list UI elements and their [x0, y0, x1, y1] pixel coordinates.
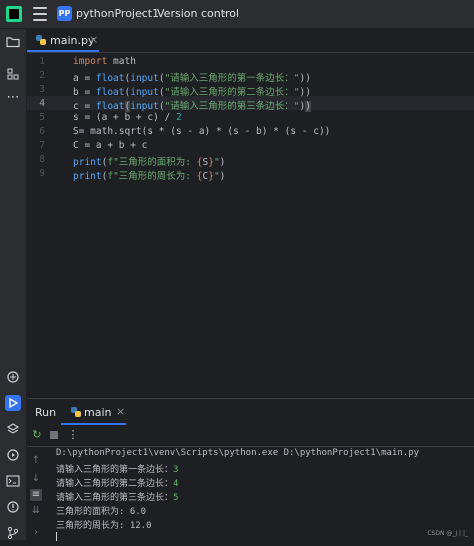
line-number: 3: [39, 84, 45, 95]
run-toolbar: ↻ ⋮: [27, 426, 474, 447]
services-icon[interactable]: [5, 447, 21, 463]
code-line: s = (a + b + c) / 2: [73, 112, 182, 123]
pycharm-logo-icon: [6, 6, 22, 22]
git-branch-icon[interactable]: [5, 525, 21, 541]
tab-run-main[interactable]: main ×: [61, 399, 126, 425]
code-editor[interactable]: 1 2 3 4 5 6 7 8 9 import math a = float(…: [27, 53, 474, 397]
rerun-icon[interactable]: ↻: [31, 429, 43, 441]
line-number: 1: [39, 56, 45, 67]
line-number: 4: [39, 98, 45, 109]
code-line: C = a + b + c: [73, 140, 148, 151]
python-file-icon: [36, 35, 46, 45]
line-number: 9: [39, 168, 45, 179]
run-tab-label: main: [84, 406, 112, 419]
soft-wrap-icon[interactable]: ≡: [30, 489, 42, 501]
project-badge[interactable]: PP: [57, 6, 72, 21]
console-line: 请输入三角形的第二条边长：4: [56, 479, 179, 489]
main-menu-icon[interactable]: [33, 7, 47, 21]
scroll-to-end-icon[interactable]: ⇊: [30, 505, 42, 517]
more-options-icon[interactable]: ⋮: [67, 429, 79, 441]
console-result-area: 三角形的面积为: 6.0: [56, 507, 147, 517]
console-command: D:\pythonProject1\venv\Scripts\python.ex…: [56, 448, 420, 458]
run-tool-icon[interactable]: [5, 395, 21, 411]
chevron-down-icon[interactable]: ⌄: [220, 7, 228, 17]
project-selector[interactable]: pythonProject1: [76, 7, 159, 20]
code-line: a = float(input("请输入三角形的第一条边长：")): [73, 73, 311, 84]
left-tool-strip: ⋯: [0, 29, 27, 540]
console-result-perimeter: 三角形的周长为: 12.0: [56, 521, 152, 531]
line-number: 5: [39, 112, 45, 123]
run-side-toolbar: ↑ ↓ ≡ ⇊ ›: [27, 447, 45, 541]
layers-icon[interactable]: [5, 421, 21, 437]
scroll-up-icon[interactable]: ↑: [30, 455, 42, 467]
terminal-icon[interactable]: [5, 473, 21, 489]
editor-tab-bar: main.py ×: [27, 29, 474, 53]
stop-icon[interactable]: [48, 429, 60, 441]
code-line: print(f"三角形的面积为: {S}"): [73, 157, 226, 168]
problems-icon[interactable]: [5, 499, 21, 515]
code-line: b = float(input("请输入三角形的第二条边长：")): [73, 87, 311, 98]
main-toolbar: PP pythonProject1 ⌄ Version control ⌄: [0, 0, 474, 29]
line-number: 7: [39, 140, 45, 151]
code-line: c = float(input("请输入三角形的第三条边长：")): [73, 101, 311, 112]
structure-icon[interactable]: [5, 66, 21, 82]
line-number: 8: [39, 154, 45, 165]
chevron-down-icon[interactable]: ⌄: [138, 7, 146, 17]
python-packages-icon[interactable]: [5, 369, 21, 385]
run-tool-window: Run main × ↻ ⋮ ↑ ↓ ≡ ⇊ › D:\pythonProjec…: [27, 398, 474, 541]
watermark: CSDN @_J | |_: [427, 530, 468, 537]
console-line: 请输入三角形的第三条边长：5: [56, 493, 179, 503]
console-line: 请输入三角形的第一条边长：3: [56, 465, 179, 475]
python-file-icon: [71, 407, 81, 417]
tab-main-py[interactable]: main.py ×: [27, 29, 99, 52]
close-icon[interactable]: ×: [116, 405, 125, 418]
tab-label: main.py: [50, 34, 95, 47]
close-icon[interactable]: ×: [89, 33, 98, 46]
code-line: import math: [73, 56, 136, 67]
line-number: 6: [39, 126, 45, 137]
expand-icon[interactable]: ›: [30, 527, 42, 539]
run-panel-title: Run: [35, 406, 57, 419]
run-panel-header: Run main ×: [27, 399, 474, 425]
code-line: S= math.sqrt(s * (s - a) * (s - b) * (s …: [73, 126, 331, 137]
line-number: 2: [39, 70, 45, 81]
scroll-down-icon[interactable]: ↓: [30, 473, 42, 485]
more-tools-icon[interactable]: ⋯: [5, 90, 21, 106]
project-folder-icon[interactable]: [5, 34, 21, 50]
code-line: print(f"三角形的周长为: {C}"): [73, 171, 226, 182]
